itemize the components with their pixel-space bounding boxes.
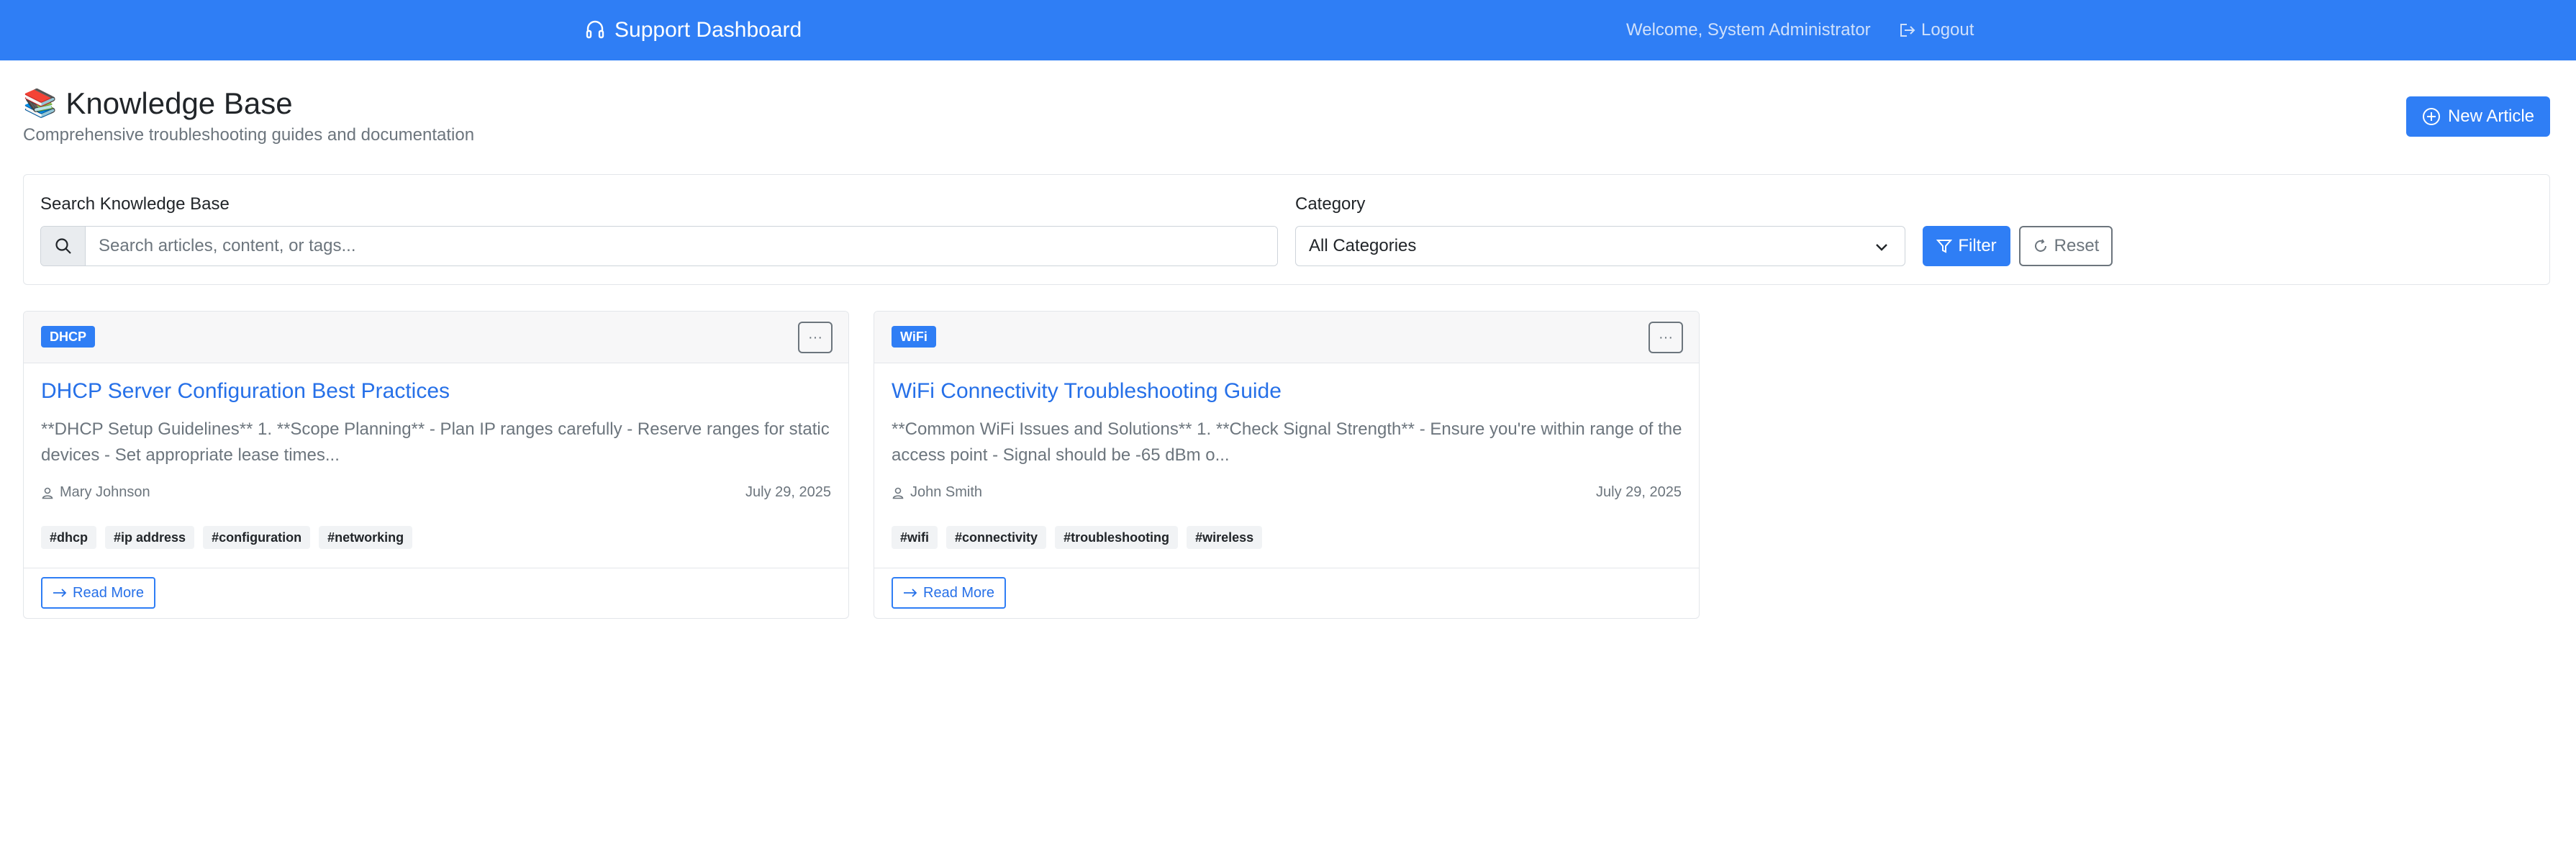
article-date: July 29, 2025 — [745, 484, 831, 500]
card-header: DHCP ··· — [24, 312, 848, 363]
page-subtitle: Comprehensive troubleshooting guides and… — [23, 125, 475, 145]
new-article-button[interactable]: New Article — [2406, 96, 2550, 137]
page-title: 📚 Knowledge Base — [23, 86, 293, 121]
card-footer: Read More — [874, 568, 1699, 618]
headset-icon — [586, 20, 604, 39]
category-select[interactable]: All Categories — [1295, 226, 1905, 266]
article-card: DHCP ··· DHCP Server Configuration Best … — [23, 311, 849, 619]
filter-button[interactable]: Filter — [1923, 226, 2010, 266]
page-title-text: Knowledge Base — [65, 86, 293, 120]
article-title-link[interactable]: DHCP Server Configuration Best Practices — [41, 379, 450, 404]
chevron-down-icon — [1876, 244, 1887, 251]
category-selected-value: All Categories — [1309, 236, 1417, 255]
tag-chip[interactable]: #troubleshooting — [1055, 526, 1179, 549]
category-label: Category — [1295, 194, 1366, 214]
top-navbar: Support Dashboard Welcome, System Admini… — [0, 0, 2576, 60]
read-more-label: Read More — [923, 584, 994, 601]
read-more-label: Read More — [73, 584, 144, 601]
tag-chip[interactable]: #wifi — [892, 526, 938, 549]
tag-chip[interactable]: #connectivity — [946, 526, 1047, 549]
logout-icon — [1900, 24, 1915, 37]
search-group — [40, 226, 1278, 266]
category-badge: DHCP — [41, 326, 96, 348]
more-options-button[interactable]: ··· — [1648, 322, 1683, 353]
article-title-link[interactable]: WiFi Connectivity Troubleshooting Guide — [892, 379, 1282, 404]
author-name: Mary Johnson — [60, 484, 150, 500]
search-input[interactable] — [86, 227, 1277, 265]
author-name: John Smith — [910, 484, 983, 500]
ellipsis-icon: ··· — [808, 329, 822, 345]
ellipsis-icon: ··· — [1659, 329, 1673, 345]
article-excerpt: **DHCP Setup Guidelines** 1. **Scope Pla… — [41, 419, 830, 465]
tag-chip[interactable]: #dhcp — [41, 526, 97, 549]
logout-label: Logout — [1921, 20, 1974, 40]
read-more-button[interactable]: Read More — [892, 577, 1006, 609]
person-icon — [892, 487, 904, 499]
funnel-icon — [1936, 240, 1953, 253]
logout-link[interactable]: Logout — [1900, 20, 1974, 40]
article-author: Mary Johnson — [41, 484, 150, 501]
new-article-label: New Article — [2447, 106, 2535, 126]
arrow-right-icon — [53, 589, 67, 597]
filter-label: Filter — [1958, 236, 1997, 255]
article-author: John Smith — [892, 484, 982, 501]
person-icon — [42, 487, 53, 499]
category-badge: WiFi — [892, 326, 936, 348]
article-excerpt: **Common WiFi Issues and Solutions** 1. … — [892, 419, 1682, 465]
article-card: WiFi ··· WiFi Connectivity Troubleshooti… — [874, 311, 1700, 619]
welcome-text: Welcome, System Administrator — [1626, 20, 1871, 40]
books-icon: 📚 — [23, 88, 58, 119]
arrow-right-icon — [904, 589, 917, 597]
tag-list: #dhcp #ip address #configuration #networ… — [41, 526, 421, 549]
tag-chip[interactable]: #ip address — [105, 526, 195, 549]
search-icon — [41, 227, 86, 265]
reset-label: Reset — [2054, 236, 2100, 255]
plus-circle-icon — [2422, 108, 2440, 125]
tag-chip[interactable]: #configuration — [203, 526, 311, 549]
tag-list: #wifi #connectivity #troubleshooting #wi… — [892, 526, 1271, 549]
brand-link[interactable]: Support Dashboard — [586, 17, 802, 43]
read-more-button[interactable]: Read More — [41, 577, 155, 609]
more-options-button[interactable]: ··· — [798, 322, 833, 353]
card-header: WiFi ··· — [874, 312, 1699, 363]
refresh-icon — [2034, 239, 2046, 252]
brand-title: Support Dashboard — [614, 18, 802, 42]
tag-chip[interactable]: #wireless — [1187, 526, 1263, 549]
card-footer: Read More — [24, 568, 848, 618]
article-date: July 29, 2025 — [1596, 484, 1682, 500]
reset-button[interactable]: Reset — [2019, 226, 2113, 266]
tag-chip[interactable]: #networking — [319, 526, 413, 549]
search-label: Search Knowledge Base — [40, 194, 230, 214]
